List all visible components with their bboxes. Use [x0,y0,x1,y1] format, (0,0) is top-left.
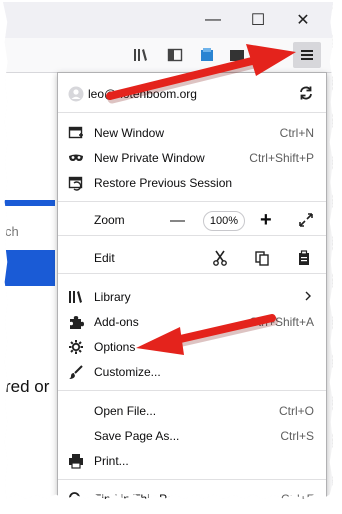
annotation-arrows [106,44,296,355]
arrow-to-options [136,314,279,355]
arrow-to-menu-button [106,44,296,104]
